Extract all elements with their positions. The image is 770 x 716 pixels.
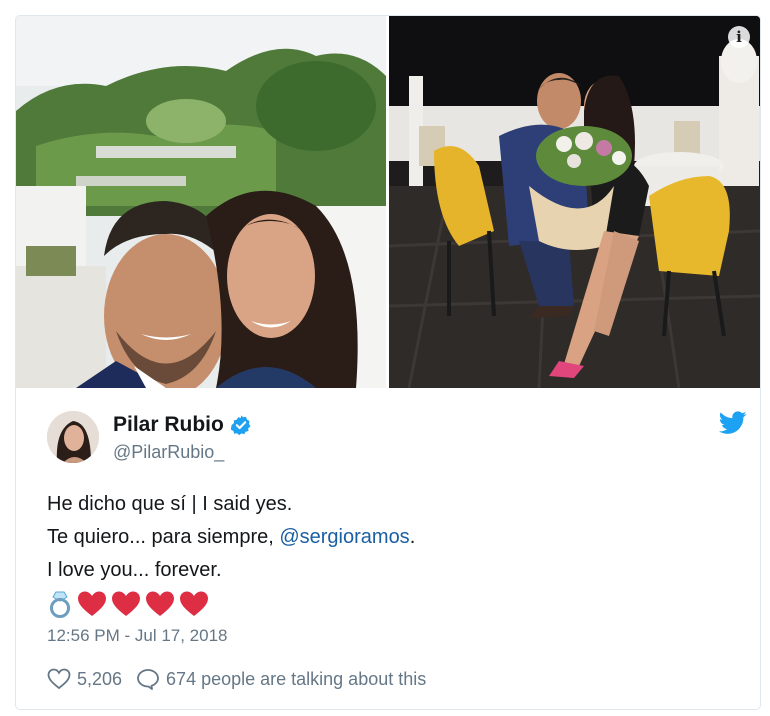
heart-icon (78, 591, 106, 616)
selfie-photo[interactable] (16, 16, 386, 388)
tweet-header: Pilar Rubio @PilarRubio_ (47, 411, 747, 471)
name-row[interactable]: Pilar Rubio (113, 413, 252, 437)
heart-icon (146, 591, 174, 616)
tweet-timestamp[interactable]: 12:56 PM - Jul 17, 2018 (47, 626, 228, 646)
heart-outline-icon (47, 668, 71, 690)
info-icon[interactable]: i (728, 26, 750, 48)
tweet-line-2-suffix: . (409, 526, 416, 548)
proposal-photo[interactable] (389, 16, 760, 388)
emoji-row (47, 589, 737, 619)
verified-badge-icon (230, 415, 251, 436)
tweet-line-3: I love you... forever. (47, 559, 222, 581)
tweet-media[interactable]: i (16, 16, 760, 388)
tweet-actions: 5,206 674 people are talking about this (47, 668, 426, 690)
heart-icon (180, 591, 208, 616)
heart-icon (112, 591, 140, 616)
speech-bubble-icon (137, 669, 159, 690)
conversation-action[interactable]: 674 people are talking about this (136, 668, 426, 690)
tweet-line-2: Te quiero... para siempre, @sergioramos. (47, 521, 737, 554)
tweet-line-2-prefix: Te quiero... para siempre, (47, 526, 280, 548)
ring-icon (50, 591, 70, 618)
tweet-line-1: He dicho que sí | I said yes. (47, 493, 293, 515)
like-count: 5,206 (77, 668, 123, 689)
avatar[interactable] (47, 411, 99, 463)
tweet-text: He dicho que sí | I said yes. Te quiero.… (47, 488, 737, 619)
like-action[interactable]: 5,206 (47, 668, 122, 690)
display-name[interactable]: Pilar Rubio (113, 413, 224, 437)
embedded-tweet-card[interactable]: i Pilar Rubio @PilarRubio_ He dicho que … (15, 15, 761, 710)
conversation-text: 674 people are talking about this (166, 668, 427, 689)
mention-link[interactable]: @sergioramos (279, 526, 409, 548)
twitter-bird-icon[interactable] (719, 411, 747, 435)
user-handle[interactable]: @PilarRubio_ (113, 442, 224, 463)
